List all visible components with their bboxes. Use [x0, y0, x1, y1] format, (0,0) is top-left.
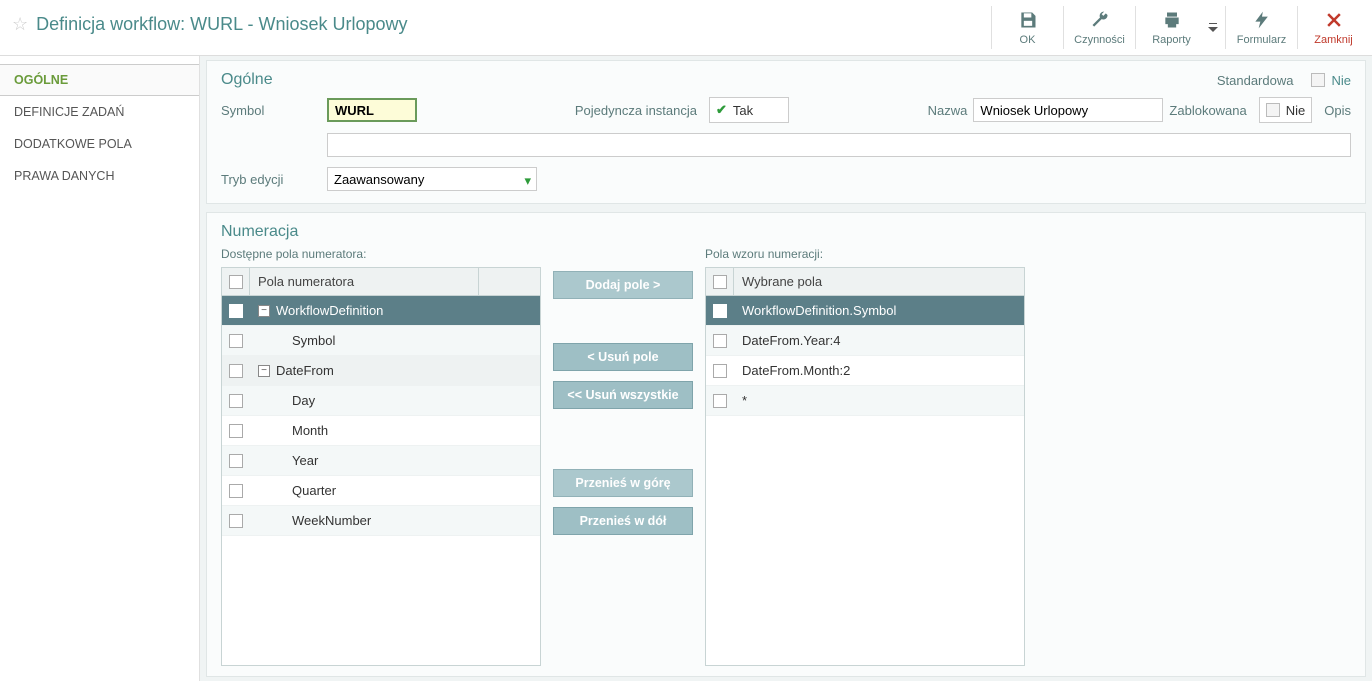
table-row[interactable]: WeekNumber — [222, 506, 540, 536]
row-checkbox[interactable] — [713, 364, 727, 378]
symbol-input[interactable] — [327, 98, 417, 122]
row-checkbox[interactable] — [713, 334, 727, 348]
reports-dropdown[interactable] — [1204, 0, 1222, 55]
single-instance-field[interactable]: ✔ Tak — [709, 97, 789, 123]
transfer-buttons: Dodaj pole > < Usuń pole << Usuń wszystk… — [553, 247, 693, 666]
standard-checkbox[interactable] — [1311, 73, 1325, 87]
ok-button[interactable]: OK — [995, 0, 1060, 55]
reports-button[interactable]: Raporty — [1139, 0, 1204, 55]
standard-label: Standardowa — [1217, 73, 1294, 88]
remove-all-button[interactable]: << Usuń wszystkie — [553, 381, 693, 409]
standard-value: Nie — [1331, 73, 1351, 88]
row-label-text: Symbol — [292, 333, 335, 348]
sidebar: OGÓLNE DEFINICJE ZADAŃ DODATKOWE POLA PR… — [0, 56, 200, 681]
collapse-icon[interactable]: − — [258, 365, 270, 377]
collapse-icon[interactable]: − — [258, 305, 270, 317]
locked-checkbox[interactable] — [1266, 103, 1280, 117]
table-row[interactable]: −DateFrom — [222, 356, 540, 386]
name-label: Nazwa — [928, 103, 968, 118]
locked-label: Zablokowana — [1169, 103, 1252, 118]
wrench-icon — [1090, 10, 1110, 30]
row-label-text: WorkflowDefinition — [276, 303, 383, 318]
row-checkbox[interactable] — [229, 304, 243, 318]
table-row[interactable]: DateFrom.Month:2 — [706, 356, 1024, 386]
table-row[interactable]: WorkflowDefinition.Symbol — [706, 296, 1024, 326]
favorite-star-icon[interactable]: ☆ — [12, 14, 28, 34]
table-row[interactable]: Month — [222, 416, 540, 446]
selected-fields-grid[interactable]: Wybrane pola WorkflowDefinition.Symbol Da… — [705, 267, 1025, 666]
row-checkbox[interactable] — [713, 304, 727, 318]
row-label-text: DateFrom — [276, 363, 334, 378]
row-label-text: Day — [292, 393, 315, 408]
move-up-button[interactable]: Przenieś w górę — [553, 469, 693, 497]
select-all-checkbox[interactable] — [229, 275, 243, 289]
row-checkbox[interactable] — [229, 514, 243, 528]
numbering-panel-title: Numeracja — [221, 223, 298, 241]
desc-label: Opis — [1324, 103, 1351, 118]
sidebar-item-data-rights[interactable]: PRAWA DANYCH — [0, 160, 199, 192]
page-title: Definicja workflow: WURL - Wniosek Urlop… — [36, 14, 407, 34]
general-panel-title: Ogólne — [221, 71, 273, 89]
close-button[interactable]: Zamknij — [1301, 0, 1366, 55]
move-down-button[interactable]: Przenieś w dół — [553, 507, 693, 535]
available-fields-column: Dostępne pola numeratora: Pola numerator… — [221, 247, 541, 666]
row-checkbox[interactable] — [229, 424, 243, 438]
general-panel: Ogólne Standardowa Nie Symbol Pojedyncza… — [206, 60, 1366, 204]
remove-field-button[interactable]: < Usuń pole — [553, 343, 693, 371]
available-fields-title: Dostępne pola numeratora: — [221, 247, 541, 261]
single-instance-label: Pojedyncza instancja — [543, 103, 703, 118]
row-checkbox[interactable] — [229, 394, 243, 408]
row-label-text: * — [742, 393, 747, 408]
name-input[interactable] — [973, 98, 1163, 122]
lightning-icon — [1252, 10, 1272, 30]
row-checkbox[interactable] — [229, 334, 243, 348]
table-row[interactable]: DateFrom.Year:4 — [706, 326, 1024, 356]
desc-input[interactable] — [327, 133, 1351, 157]
table-row[interactable]: −WorkflowDefinition — [222, 296, 540, 326]
locked-field[interactable]: Nie — [1259, 97, 1313, 123]
close-icon — [1324, 10, 1344, 30]
header: ☆ Definicja workflow: WURL - Wniosek Urlo… — [0, 0, 1372, 56]
row-label-text: Quarter — [292, 483, 336, 498]
available-fields-grid[interactable]: Pola numeratora −WorkflowDefinitionSymbo… — [221, 267, 541, 666]
numbering-panel: Numeracja Dostępne pola numeratora: Pola… — [206, 212, 1366, 677]
row-checkbox[interactable] — [229, 364, 243, 378]
row-checkbox[interactable] — [713, 394, 727, 408]
symbol-label: Symbol — [221, 103, 321, 118]
mode-label: Tryb edycji — [221, 172, 321, 187]
form-button[interactable]: Formularz — [1229, 0, 1294, 55]
printer-icon — [1162, 10, 1182, 30]
row-label-text: Month — [292, 423, 328, 438]
selected-fields-title: Pola wzoru numeracji: — [705, 247, 1025, 261]
selected-fields-header: Wybrane pola — [734, 274, 1024, 289]
table-row[interactable]: * — [706, 386, 1024, 416]
check-icon: ✔ — [716, 102, 727, 118]
table-row[interactable]: Quarter — [222, 476, 540, 506]
row-checkbox[interactable] — [229, 484, 243, 498]
sidebar-item-task-defs[interactable]: DEFINICJE ZADAŃ — [0, 96, 199, 128]
row-label-text: DateFrom.Month:2 — [742, 363, 850, 378]
mode-select[interactable]: ▾ — [327, 167, 537, 191]
chevron-down-icon — [1208, 27, 1218, 33]
add-field-button[interactable]: Dodaj pole > — [553, 271, 693, 299]
row-checkbox[interactable] — [229, 454, 243, 468]
table-row[interactable]: Day — [222, 386, 540, 416]
select-all-right-checkbox[interactable] — [713, 275, 727, 289]
row-label-text: DateFrom.Year:4 — [742, 333, 841, 348]
row-label-text: WorkflowDefinition.Symbol — [742, 303, 896, 318]
table-row[interactable]: Symbol — [222, 326, 540, 356]
sidebar-item-extra-fields[interactable]: DODATKOWE POLA — [0, 128, 199, 160]
table-row[interactable]: Year — [222, 446, 540, 476]
page-title-container: ☆ Definicja workflow: WURL - Wniosek Urlo… — [12, 0, 988, 35]
row-label-text: Year — [292, 453, 318, 468]
sidebar-item-general[interactable]: OGÓLNE — [0, 64, 199, 96]
available-fields-header: Pola numeratora — [250, 274, 478, 289]
save-icon — [1018, 10, 1038, 30]
row-label-text: WeekNumber — [292, 513, 371, 528]
actions-button[interactable]: Czynności — [1067, 0, 1132, 55]
toolbar: OK Czynności Raporty Formularz Zamknij — [988, 0, 1372, 55]
selected-fields-column: Pola wzoru numeracji: Wybrane pola Workf… — [705, 247, 1025, 666]
